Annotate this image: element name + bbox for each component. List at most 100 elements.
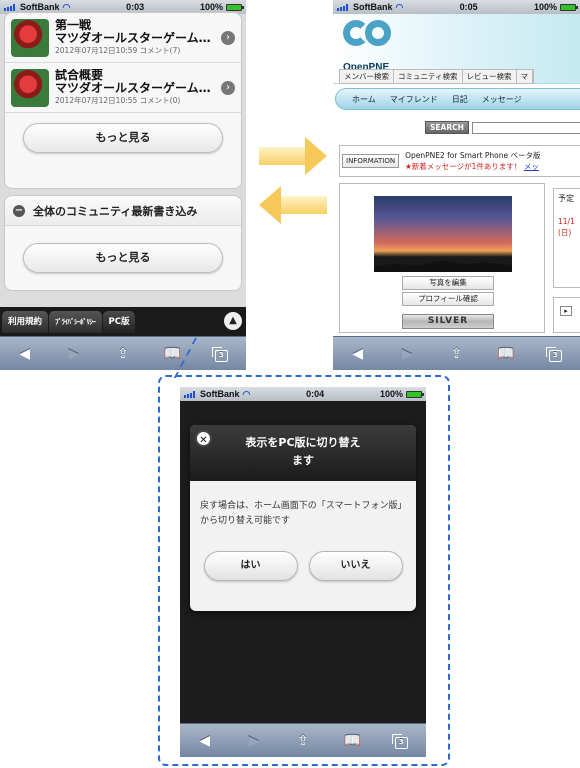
share-icon[interactable]: ⇪ bbox=[291, 733, 315, 749]
signal-icon bbox=[4, 3, 17, 11]
tab-privacy[interactable]: ﾌﾟﾗｲﾊﾞｼｰﾎﾟﾘｼｰ bbox=[49, 310, 102, 333]
search-button[interactable]: SEARCH bbox=[425, 121, 469, 134]
rank-badge: SILVER bbox=[402, 314, 494, 329]
safari-toolbar: ◀ ▶ ⇪ 📖 3 bbox=[180, 723, 426, 757]
thumbnail-image bbox=[11, 68, 49, 107]
search-area: SEARCH bbox=[425, 121, 580, 134]
signal-icon bbox=[184, 390, 197, 398]
thumbnail-image bbox=[11, 18, 49, 57]
close-icon[interactable]: ✕ bbox=[195, 430, 212, 447]
more-button-2[interactable]: もっと見る bbox=[23, 243, 223, 273]
battery-percent: 100% bbox=[199, 2, 223, 12]
safari-toolbar: ◀ ▶ ⇪ 📖 3 bbox=[333, 336, 580, 370]
battery-percent: 100% bbox=[533, 2, 557, 12]
info-line-1: OpenPNE2 for Smart Phone ベータ版 bbox=[405, 151, 541, 160]
forward-icon[interactable]: ▶ bbox=[395, 346, 419, 362]
nav-diary[interactable]: 日記 bbox=[452, 94, 482, 105]
diary-list-card: 第一戦 マツダオールスターゲーム… 2012年07月12日10:59 コメント(… bbox=[4, 12, 242, 189]
information-label: INFORMATION bbox=[342, 154, 400, 168]
tab-pc-version[interactable]: PC版 bbox=[102, 310, 136, 333]
chevron-right-icon: › bbox=[221, 80, 235, 95]
battery-icon bbox=[225, 3, 244, 11]
dialog-title-line-2: ます bbox=[292, 454, 314, 467]
share-icon[interactable]: ⇪ bbox=[444, 346, 468, 362]
item-meta: 2012年07月12日10:55 コメント(0) bbox=[55, 96, 181, 105]
info-link[interactable]: メッ bbox=[524, 162, 539, 171]
nav-my-friends[interactable]: マイフレンド bbox=[390, 94, 452, 105]
schedule-date[interactable]: 11/1 bbox=[558, 216, 580, 227]
link-review-search[interactable]: レビュー検索 bbox=[463, 70, 517, 83]
wifi-icon: ◠ bbox=[395, 1, 404, 12]
info-line-2: ★新着メッセージが1件あります！ bbox=[405, 162, 522, 171]
arrow-left-icon bbox=[259, 186, 327, 224]
collapse-icon: − bbox=[13, 204, 25, 217]
battery-icon bbox=[405, 390, 424, 398]
switch-pc-dialog: ✕ 表示をPC版に切り替え ます 戻す場合は、ホーム画面下の「スマートフォン版」… bbox=[190, 425, 416, 611]
community-posts-card: − 全体のコミュニティ最新書き込み もっと見る bbox=[4, 195, 242, 291]
link-member-search[interactable]: メンバー検索 bbox=[340, 70, 394, 83]
section-title: 全体のコミュニティ最新書き込み bbox=[33, 204, 198, 218]
bookmarks-icon[interactable]: 📖 bbox=[494, 346, 518, 362]
item-subtitle: マツダオールスターゲーム… bbox=[55, 82, 211, 95]
carrier-label: SoftBank bbox=[20, 2, 60, 12]
nav-home[interactable]: ホーム bbox=[352, 94, 390, 105]
side-widget: ▸ bbox=[553, 297, 580, 333]
status-time: 0:05 bbox=[459, 2, 478, 12]
battery-percent: 100% bbox=[379, 389, 403, 399]
phone-confirm-dialog: SoftBank ◠ 0:04 100% ✕ 表示をPC版に切り替え ます 戻す… bbox=[180, 387, 426, 757]
item-title: 試合概要 bbox=[55, 69, 104, 82]
forward-icon[interactable]: ▶ bbox=[242, 733, 266, 749]
pages-icon: 3 bbox=[391, 734, 408, 749]
list-item[interactable]: 第一戦 マツダオールスターゲーム… 2012年07月12日10:59 コメント(… bbox=[5, 13, 241, 63]
footer-tabs: 利用規約 ﾌﾟﾗｲﾊﾞｼｰﾎﾟﾘｼｰ PC版 ▲ bbox=[0, 307, 246, 336]
schedule-title: 予定 bbox=[558, 194, 574, 203]
bookmarks-icon[interactable]: 📖 bbox=[160, 346, 184, 362]
nav-messages[interactable]: メッセージ bbox=[482, 94, 536, 105]
yes-button[interactable]: はい bbox=[203, 551, 298, 581]
link-community-search[interactable]: コミュニティ検索 bbox=[394, 70, 463, 83]
back-icon[interactable]: ◀ bbox=[13, 346, 37, 362]
schedule-box: 予定 11/1 (日) bbox=[553, 188, 580, 288]
link-my[interactable]: マ bbox=[517, 70, 534, 83]
profile-photo bbox=[374, 196, 512, 272]
back-icon[interactable]: ◀ bbox=[193, 733, 217, 749]
signal-icon bbox=[337, 3, 350, 11]
phone-pc-view: SoftBank ◠ 0:05 100% OpenPNE メンバー検索 コミュニ… bbox=[333, 0, 580, 370]
search-input[interactable] bbox=[471, 121, 580, 134]
top-links: メンバー検索 コミュニティ検索 レビュー検索 マ bbox=[339, 69, 535, 84]
forward-icon[interactable]: ▶ bbox=[62, 346, 86, 362]
tab-terms[interactable]: 利用規約 bbox=[2, 310, 49, 333]
section-header[interactable]: − 全体のコミュニティ最新書き込み bbox=[5, 196, 241, 226]
status-time: 0:04 bbox=[306, 389, 325, 399]
status-bar: SoftBank ◠ 0:04 100% bbox=[180, 387, 426, 401]
no-button[interactable]: いいえ bbox=[308, 551, 403, 581]
wifi-icon: ◠ bbox=[242, 388, 251, 399]
profile-photo-box: 写真を編集 プロフィール確認 SILVER bbox=[339, 183, 545, 333]
item-meta: 2012年07月12日10:59 コメント(7) bbox=[55, 46, 181, 55]
information-box: INFORMATION OpenPNE2 for Smart Phone ベータ… bbox=[339, 145, 580, 177]
scroll-top-icon[interactable]: ▲ bbox=[224, 312, 242, 330]
wifi-icon: ◠ bbox=[62, 1, 71, 12]
back-icon[interactable]: ◀ bbox=[346, 346, 370, 362]
item-title: 第一戦 bbox=[55, 19, 92, 32]
phone-community-view: SoftBank ◠ 0:03 100% 第一戦 マツダオールスターゲーム… 2… bbox=[0, 0, 246, 370]
status-time: 0:03 bbox=[126, 2, 145, 12]
openpne-logo bbox=[343, 20, 397, 56]
share-icon[interactable]: ⇪ bbox=[111, 346, 135, 362]
battery-icon bbox=[559, 3, 578, 11]
more-button[interactable]: もっと見る bbox=[23, 123, 223, 153]
dialog-message: 戻す場合は、ホーム画面下の「スマートフォン版」から切り替え可能です bbox=[200, 501, 402, 526]
carrier-label: SoftBank bbox=[353, 2, 393, 12]
bookmarks-icon[interactable]: 📖 bbox=[340, 733, 364, 749]
status-bar: SoftBank ◠ 0:05 100% bbox=[333, 0, 580, 14]
pages-icon: 3 bbox=[545, 347, 562, 362]
dialog-title-line-1: 表示をPC版に切り替え bbox=[245, 436, 361, 449]
global-nav: ホーム マイフレンド 日記 メッセージ bbox=[335, 88, 580, 110]
expand-icon[interactable]: ▸ bbox=[560, 306, 572, 316]
tabs-button[interactable]: 3 bbox=[389, 732, 413, 749]
arrow-right-icon bbox=[259, 137, 327, 175]
edit-photo-button[interactable]: 写真を編集 bbox=[402, 276, 494, 290]
profile-check-button[interactable]: プロフィール確認 bbox=[402, 292, 494, 306]
list-item[interactable]: 試合概要 マツダオールスターゲーム… 2012年07月12日10:55 コメント… bbox=[5, 63, 241, 113]
tabs-button[interactable]: 3 bbox=[543, 345, 567, 362]
